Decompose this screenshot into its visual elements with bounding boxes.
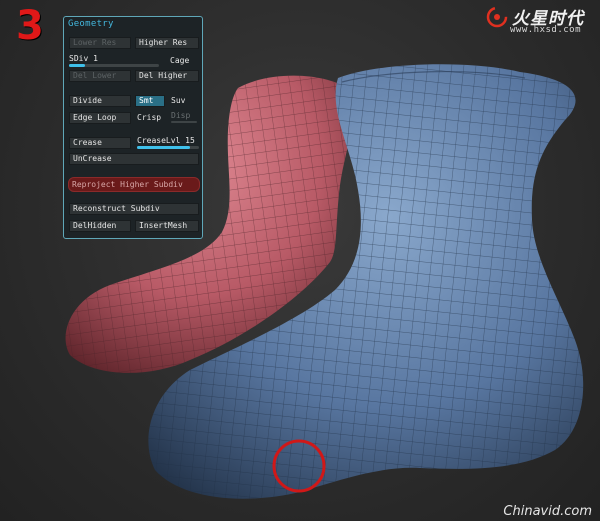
crease-level-slider-label: CreaseLvl 15	[137, 136, 195, 145]
disp-slider[interactable]	[171, 121, 197, 123]
crease-level-slider-fill	[137, 146, 190, 149]
divide-button[interactable]: Divide	[69, 95, 131, 107]
crease-button[interactable]: Crease	[69, 137, 131, 149]
step-number: 3	[16, 3, 44, 49]
insert-mesh-button[interactable]: InsertMesh	[135, 220, 199, 232]
higher-res-button[interactable]: Higher Res	[135, 37, 199, 49]
brand-logo: 火星时代 www.hxsd.com	[486, 4, 594, 38]
disp-toggle[interactable]: Disp	[171, 111, 190, 121]
smt-toggle[interactable]: Smt	[135, 95, 165, 107]
reproject-higher-subdiv-button[interactable]: Reproject Higher Subdiv	[68, 177, 200, 192]
brand-swirl-icon	[486, 6, 508, 28]
crease-level-slider[interactable]	[137, 146, 199, 149]
del-higher-button[interactable]: Del Higher	[135, 70, 199, 82]
sdiv-slider[interactable]	[69, 64, 159, 67]
sdiv-slider-label: SDiv 1	[69, 54, 98, 63]
edge-loop-button[interactable]: Edge Loop	[69, 112, 131, 124]
panel-title[interactable]: Geometry	[68, 19, 114, 29]
uncrease-button[interactable]: UnCrease	[69, 153, 199, 165]
suv-toggle[interactable]: Suv	[171, 96, 185, 106]
cage-button[interactable]: Cage	[170, 56, 189, 66]
del-lower-button[interactable]: Del Lower	[69, 70, 131, 82]
brand-url: www.hxsd.com	[510, 25, 582, 35]
lower-res-button[interactable]: Lower Res	[69, 37, 131, 49]
crisp-toggle[interactable]: Crisp	[137, 113, 161, 123]
reconstruct-subdiv-button[interactable]: Reconstruct Subdiv	[69, 203, 199, 215]
geometry-panel: Geometry Lower Res Higher Res SDiv 1 Cag…	[63, 16, 203, 239]
del-hidden-button[interactable]: DelHidden	[69, 220, 131, 232]
sdiv-slider-fill	[69, 64, 86, 67]
watermark: Chinavid.com	[503, 504, 592, 519]
viewport-canvas[interactable]: 3 火星时代 www.hxsd.com Chinavid.com Geometr…	[0, 0, 600, 521]
